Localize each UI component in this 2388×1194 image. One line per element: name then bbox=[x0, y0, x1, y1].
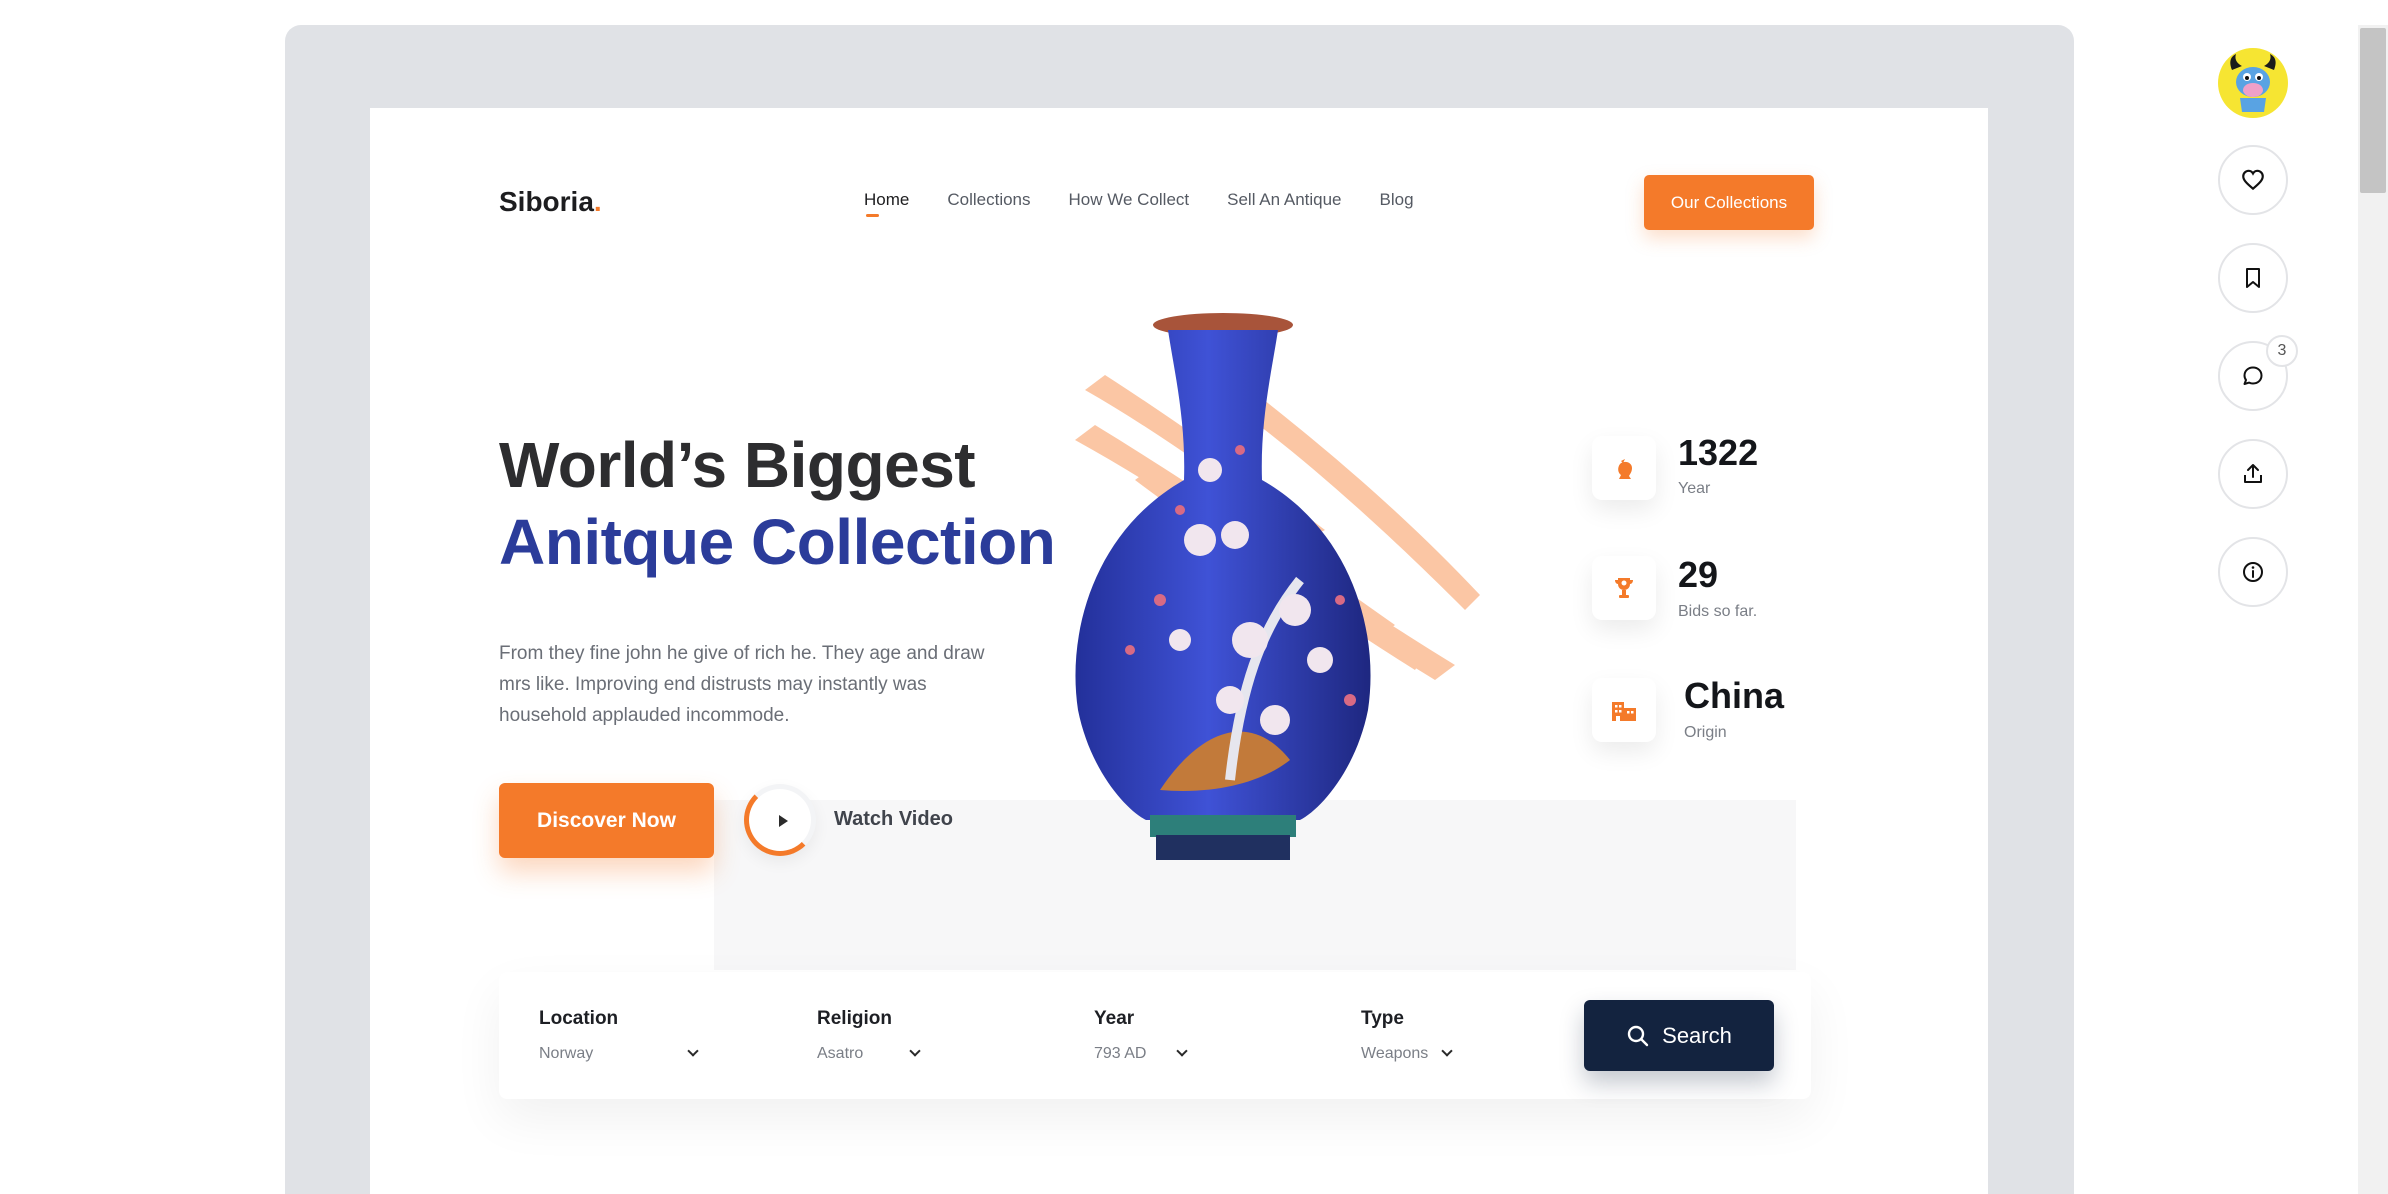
search-button[interactable]: Search bbox=[1584, 1000, 1774, 1071]
play-icon bbox=[779, 815, 788, 827]
search-button-label: Search bbox=[1662, 1022, 1732, 1048]
search-icon bbox=[1627, 1025, 1649, 1046]
nav-how-we-collect[interactable]: How We Collect bbox=[1069, 190, 1190, 210]
location-select[interactable]: Norway bbox=[539, 1045, 593, 1063]
religion-select[interactable]: Asatro bbox=[817, 1045, 863, 1063]
save-button[interactable] bbox=[2218, 243, 2288, 313]
comment-count-badge: 3 bbox=[2266, 335, 2298, 367]
hero-description: From they fine john he give of rich he. … bbox=[499, 643, 985, 726]
stat-year-value: 1322 bbox=[1678, 432, 1759, 473]
heart-icon bbox=[2242, 169, 2264, 191]
info-button[interactable] bbox=[2218, 537, 2288, 607]
stat-year-label: Year bbox=[1678, 480, 1711, 497]
nav-sell-an-antique[interactable]: Sell An Antique bbox=[1227, 190, 1341, 210]
comment-icon bbox=[2243, 366, 2263, 385]
hero-headline: World’s Biggest bbox=[499, 429, 976, 501]
discover-now-button[interactable]: Discover Now bbox=[499, 783, 714, 858]
avatar[interactable] bbox=[2218, 48, 2288, 118]
building-icon bbox=[1592, 678, 1656, 742]
location-label: Location bbox=[539, 1008, 619, 1029]
type-select[interactable]: Weapons bbox=[1361, 1045, 1428, 1063]
share-icon bbox=[2244, 464, 2262, 483]
nav-collections[interactable]: Collections bbox=[947, 190, 1030, 210]
antique-vase-image bbox=[1075, 313, 1371, 860]
scrollbar-track[interactable] bbox=[2358, 25, 2388, 1194]
main-nav: Home Collections How We Collect Sell An … bbox=[864, 190, 1414, 217]
our-collections-button[interactable]: Our Collections bbox=[1644, 175, 1814, 230]
bookmark-icon bbox=[2246, 268, 2260, 288]
year-select[interactable]: 793 AD bbox=[1094, 1045, 1146, 1063]
like-button[interactable] bbox=[2218, 145, 2288, 215]
nav-blog[interactable]: Blog bbox=[1380, 190, 1414, 210]
brand-logo[interactable]: Siboria. bbox=[499, 186, 602, 218]
stat-origin-value: China bbox=[1684, 675, 1785, 716]
nav-home[interactable]: Home bbox=[864, 190, 909, 217]
share-button[interactable] bbox=[2218, 439, 2288, 509]
info-icon bbox=[2243, 562, 2263, 582]
stat-bids-label: Bids so far. bbox=[1678, 603, 1758, 620]
religion-label: Religion bbox=[817, 1008, 892, 1029]
bust-icon bbox=[1592, 436, 1656, 500]
play-video-button[interactable] bbox=[744, 784, 816, 856]
hero-headline-highlight: Anitque Collection bbox=[499, 506, 1056, 578]
scrollbar-thumb[interactable] bbox=[2360, 28, 2386, 193]
year-label: Year bbox=[1094, 1008, 1135, 1029]
stat-origin-label: Origin bbox=[1684, 724, 1727, 741]
watch-video-link[interactable]: Watch Video bbox=[834, 808, 953, 831]
type-label: Type bbox=[1361, 1008, 1404, 1029]
trophy-icon bbox=[1592, 556, 1656, 620]
stat-bids-value: 29 bbox=[1678, 554, 1719, 595]
